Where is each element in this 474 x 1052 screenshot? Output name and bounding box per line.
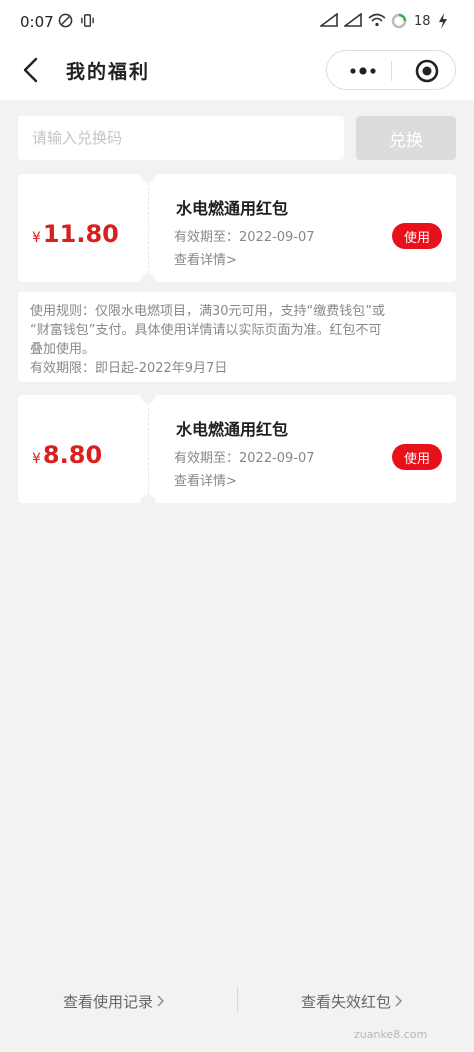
coupon-amount: ¥8.80	[32, 441, 102, 469]
coupon-card: ¥8.80 水电燃通用红包 有效期至：2022-09-07 查看详情> 使用	[18, 395, 456, 503]
expired-packets-label: 查看失效红包	[301, 993, 392, 1011]
usage-history-link[interactable]: 查看使用记录	[63, 991, 165, 1012]
rules-text: 叠加使用。	[30, 342, 96, 357]
currency-symbol: ¥	[32, 230, 41, 246]
wifi-icon	[368, 13, 386, 31]
no-disturb-icon	[58, 13, 73, 32]
rules-text: “财富钱包”支付。具体使用详情请以实际页面为准。红包不可	[30, 323, 382, 338]
chevron-left-icon	[23, 57, 38, 83]
coupon-card: ¥11.80 水电燃通用红包 有效期至：2022-09-07 查看详情> 使用	[18, 174, 456, 282]
signal-icon	[342, 12, 362, 31]
use-button[interactable]: 使用	[392, 444, 442, 470]
more-dots-icon	[350, 67, 376, 75]
footer-divider	[237, 986, 238, 1012]
card-notch	[140, 395, 156, 403]
redeem-code-input[interactable]	[18, 116, 344, 160]
more-button[interactable]	[345, 61, 381, 81]
validity-period: 有效期限：即日起-2022年9月7日	[30, 361, 228, 376]
expired-packets-link[interactable]: 查看失效红包	[301, 991, 403, 1012]
rules-text: 使用规则：仅限水电燃项目，满30元可用，支持“缴费钱包”或	[30, 304, 386, 319]
footer-links: 查看使用记录 查看失效红包	[0, 984, 474, 1018]
card-divider	[148, 182, 149, 274]
card-divider	[148, 403, 149, 495]
mini-program-capsule	[326, 50, 456, 90]
view-details-link[interactable]: 查看详情>	[174, 249, 237, 268]
target-close-icon	[415, 59, 439, 83]
status-time: 0:07	[20, 13, 54, 31]
coupon-title: 水电燃通用红包	[176, 420, 289, 439]
status-bar: 0:07 18	[0, 0, 474, 42]
card-notch	[140, 174, 156, 182]
signal-icon	[318, 12, 338, 31]
amount-value: 8.80	[42, 441, 103, 469]
charging-icon	[438, 13, 448, 33]
vibrate-icon	[80, 13, 95, 32]
redeem-button[interactable]: 兑换	[356, 116, 456, 160]
view-details-link[interactable]: 查看详情>	[174, 470, 237, 489]
amount-value: 11.80	[42, 220, 119, 248]
battery-level: 18	[414, 14, 431, 29]
close-button[interactable]	[415, 59, 439, 83]
watermark: zuanke8.com	[354, 1028, 428, 1041]
card-notch	[140, 274, 156, 282]
back-button[interactable]	[14, 52, 50, 88]
page-title: 我的福利	[66, 61, 151, 83]
coupon-expiry: 有效期至：2022-09-07	[174, 230, 315, 245]
capsule-divider	[391, 61, 392, 81]
card-notch	[140, 495, 156, 503]
coupon-title: 水电燃通用红包	[176, 199, 289, 218]
coupon-amount: ¥11.80	[32, 220, 119, 248]
use-button[interactable]: 使用	[392, 223, 442, 249]
chevron-right-icon	[157, 995, 165, 1007]
coupon-expiry: 有效期至：2022-09-07	[174, 451, 315, 466]
nav-bar: 我的福利	[0, 42, 474, 100]
chevron-right-icon	[395, 995, 403, 1007]
currency-symbol: ¥	[32, 451, 41, 467]
usage-history-label: 查看使用记录	[63, 993, 154, 1011]
battery-saver-icon	[391, 13, 407, 33]
usage-rules: 使用规则：仅限水电燃项目，满30元可用，支持“缴费钱包”或 “财富钱包”支付。具…	[18, 292, 456, 382]
